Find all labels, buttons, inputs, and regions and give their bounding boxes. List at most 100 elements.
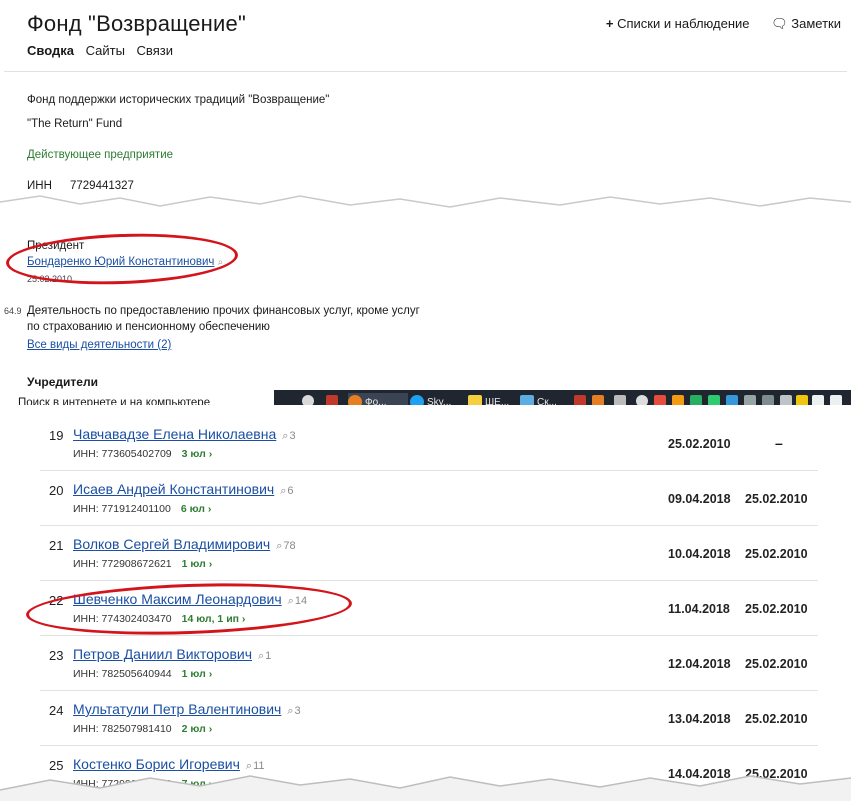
- related-count[interactable]: 6 юл: [181, 503, 205, 515]
- table-row: 23 Петров Даниил Викторович ⌕1 ИНН: 7825056…: [40, 635, 818, 691]
- tab-links[interactable]: Связи: [137, 43, 173, 58]
- end-date: 14.04.2018: [668, 767, 731, 781]
- founder-name[interactable]: Мультатули Петр Валентинович: [73, 701, 281, 717]
- row-number: 20: [49, 483, 64, 498]
- lists-button[interactable]: + Списки и наблюдение: [606, 16, 750, 31]
- related-companies-link[interactable]: 1 юл ›: [182, 558, 213, 570]
- founder-inn: ИНН: 774302403470 14 юл, 1 ип ›: [73, 613, 245, 625]
- chevron-right-icon: ›: [208, 723, 213, 735]
- related-companies-link[interactable]: 7 юл ›: [182, 778, 213, 790]
- search-icon[interactable]: ⌕: [287, 705, 293, 718]
- table-row: 25 Костенко Борис Игоревич ⌕11 ИНН: 7729007…: [40, 745, 818, 801]
- activity-code: 64.9: [4, 306, 22, 316]
- start-date: 25.02.2010: [745, 492, 808, 506]
- tab-summary[interactable]: Сводка: [27, 43, 74, 58]
- start-date: 25.02.2010: [745, 767, 808, 781]
- inn-text: ИНН: 782505640944: [73, 668, 172, 680]
- inn-text: ИНН: 771912401100: [73, 503, 171, 515]
- english-name: "The Return" Fund: [27, 118, 123, 130]
- activity-line2: по страхованию и пенсионному обеспечению: [27, 321, 270, 333]
- header-divider: [4, 71, 847, 72]
- related-count[interactable]: 7 юл: [182, 778, 206, 790]
- page-title: Фонд "Возвращение": [27, 11, 246, 36]
- lists-label: Списки и наблюдение: [617, 16, 750, 31]
- chevron-right-icon: ›: [208, 668, 213, 680]
- table-row: 21 Волков Сергей Владимирович ⌕78 ИНН: 7729…: [40, 525, 818, 581]
- founder-name[interactable]: Петров Даниил Викторович: [73, 646, 252, 662]
- founder-inn: ИНН: 782505640944 1 юл ›: [73, 668, 212, 680]
- founder-inn: ИНН: 771912401100 6 юл ›: [73, 503, 211, 515]
- leader-name-link[interactable]: Бондаренко Юрий Константинович: [27, 256, 214, 268]
- founder-name[interactable]: Костенко Борис Игоревич: [73, 756, 240, 772]
- company-card-top: Фонд "Возвращение" Сводка Сайты Связи + …: [0, 0, 851, 222]
- search-icon[interactable]: ⌕: [280, 485, 286, 498]
- mention-count: 6: [287, 485, 294, 497]
- status-text: Действующее предприятие: [27, 149, 174, 161]
- table-row: 20 Исаев Андрей Константинович ⌕6 ИНН: 7719…: [40, 470, 818, 526]
- founder-name[interactable]: Волков Сергей Владимирович: [73, 536, 270, 552]
- chevron-right-icon: ›: [208, 778, 213, 790]
- founder-name[interactable]: Шевченко Максим Леонардович: [73, 591, 282, 607]
- founder-name-link[interactable]: Костенко Борис Игоревич ⌕11: [73, 756, 265, 773]
- founder-name-link[interactable]: Петров Даниил Викторович ⌕1: [73, 646, 271, 663]
- notes-button[interactable]: 🗨︎ Заметки: [771, 16, 841, 31]
- end-date: 10.04.2018: [668, 547, 731, 561]
- related-count[interactable]: 14 юл, 1 ип: [182, 613, 239, 625]
- founder-name-link[interactable]: Волков Сергей Владимирович ⌕78: [73, 536, 296, 553]
- related-companies-link[interactable]: 1 юл ›: [182, 668, 213, 680]
- tab-sites[interactable]: Сайты: [86, 43, 125, 58]
- founder-name-link[interactable]: Шевченко Максим Леонардович ⌕14: [73, 591, 307, 608]
- inn-text: ИНН: 773605402709: [73, 448, 172, 460]
- chevron-right-icon: ›: [241, 613, 246, 625]
- founder-inn: ИНН: 772900714340 7 юл ›: [73, 778, 212, 790]
- search-icon[interactable]: ⌕: [218, 257, 224, 268]
- start-date: 25.02.2010: [745, 547, 808, 561]
- inn-label: ИНН: [27, 180, 52, 192]
- full-name: Фонд поддержки исторических традиций "Во…: [27, 94, 330, 106]
- related-companies-link[interactable]: 6 юл ›: [181, 503, 212, 515]
- search-icon[interactable]: ⌕: [282, 430, 288, 443]
- search-icon[interactable]: ⌕: [246, 760, 252, 773]
- start-date: 25.02.2010: [745, 712, 808, 726]
- founder-name[interactable]: Чавчавадзе Елена Николаевна: [73, 426, 276, 442]
- founders-list: 19 Чавчавадзе Елена Николаевна ⌕3 ИНН: 7736…: [0, 405, 851, 801]
- company-card-middle: Президент Бондаренко Юрий Константинович…: [0, 208, 851, 409]
- end-date: 09.04.2018: [668, 492, 731, 506]
- founder-name-link[interactable]: Мультатули Петр Валентинович ⌕3: [73, 701, 301, 718]
- founders-heading: Учредители: [27, 375, 98, 389]
- notes-label: Заметки: [791, 16, 841, 31]
- related-count[interactable]: 2 юл: [182, 723, 206, 735]
- related-companies-link[interactable]: 3 юл ›: [182, 448, 213, 460]
- plus-icon: +: [605, 16, 614, 31]
- mention-count: 11: [253, 760, 265, 772]
- inn-text: ИНН: 774302403470: [73, 613, 172, 625]
- header-actions: + Списки и наблюдение 🗨︎ Заметки: [588, 16, 841, 32]
- end-date: 13.04.2018: [668, 712, 731, 726]
- related-companies-link[interactable]: 2 юл ›: [182, 723, 213, 735]
- founder-name[interactable]: Исаев Андрей Константинович: [73, 481, 274, 497]
- search-icon[interactable]: ⌕: [258, 650, 264, 663]
- related-count[interactable]: 1 юл: [182, 558, 206, 570]
- related-count[interactable]: 3 юл: [182, 448, 206, 460]
- start-date: 25.02.2010: [745, 657, 808, 671]
- search-icon[interactable]: ⌕: [276, 540, 282, 553]
- related-companies-link[interactable]: 14 юл, 1 ип ›: [182, 613, 246, 625]
- start-date: –: [775, 435, 783, 451]
- end-date: 12.04.2018: [668, 657, 731, 671]
- founder-name-link[interactable]: Чавчавадзе Елена Николаевна ⌕3: [73, 426, 296, 443]
- mention-count: 1: [265, 650, 272, 662]
- search-icon[interactable]: ⌕: [288, 595, 294, 608]
- row-number: 19: [49, 428, 64, 443]
- chevron-right-icon: ›: [208, 558, 213, 570]
- inn-text: ИНН: 772900714340: [73, 778, 172, 790]
- leader-line: Бондаренко Юрий Константинович ⌕: [27, 256, 223, 268]
- tab-bar: Сводка Сайты Связи: [27, 43, 181, 58]
- all-activities-link[interactable]: Все виды деятельности (2): [27, 339, 171, 351]
- founder-inn: ИНН: 782507981410 2 юл ›: [73, 723, 212, 735]
- inn-text: ИНН: 782507981410: [73, 723, 172, 735]
- mention-count: 3: [294, 705, 301, 717]
- related-count[interactable]: 1 юл: [182, 668, 206, 680]
- row-number: 23: [49, 648, 64, 663]
- row-number: 21: [49, 538, 64, 553]
- founder-name-link[interactable]: Исаев Андрей Константинович ⌕6: [73, 481, 294, 498]
